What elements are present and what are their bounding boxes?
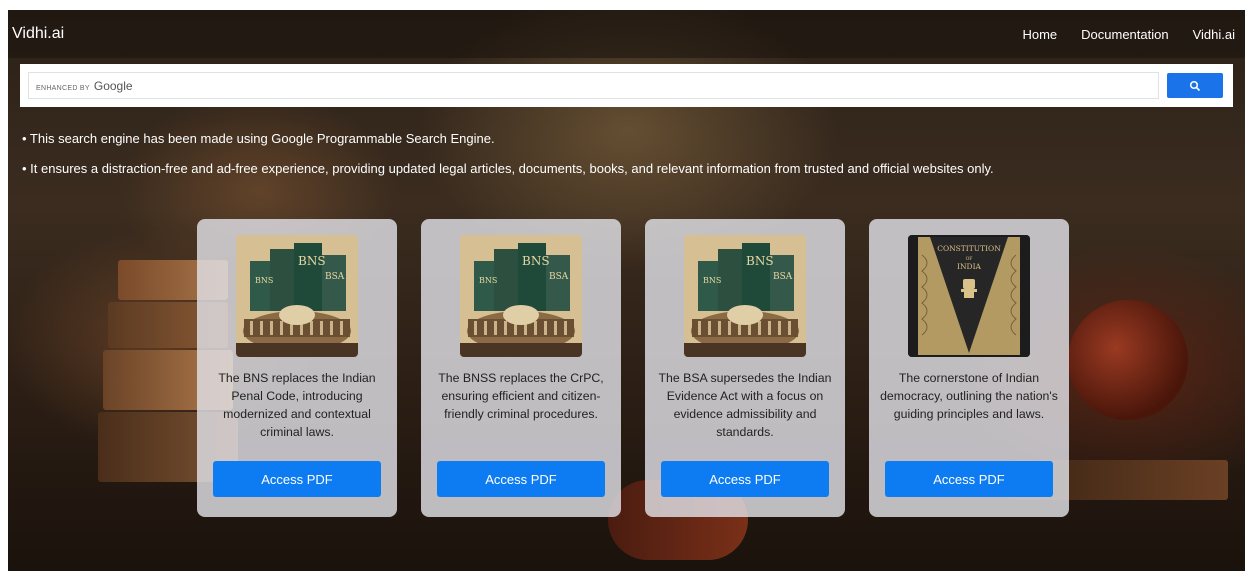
brand-logo[interactable]: Vidhi.ai bbox=[12, 25, 64, 43]
nav-links: Home Documentation Vidhi.ai bbox=[1022, 27, 1235, 42]
book-label: BNS bbox=[298, 254, 326, 268]
book-label: BSA bbox=[773, 272, 793, 282]
book-label: BNS bbox=[255, 276, 273, 285]
law-books-parliament-image: BNS BNS BSA bbox=[684, 235, 806, 357]
google-branding: ENHANCED BY Google bbox=[36, 79, 133, 93]
card-list: BNS BNS BSA The BNS replaces the Indian … bbox=[197, 219, 1069, 517]
info-line: • This search engine has been made using… bbox=[22, 131, 495, 146]
search-icon bbox=[1189, 80, 1201, 91]
law-books-parliament-image: BNS BNS BSA bbox=[236, 235, 358, 357]
book-label: BNS bbox=[703, 276, 721, 285]
law-books-parliament-illustration: BNS BNS BSA bbox=[684, 235, 806, 357]
search-button[interactable] bbox=[1167, 73, 1223, 98]
cover-country: INDIA bbox=[957, 262, 982, 271]
card-constitution: CONSTITUTION OF INDIA The cornerstone of… bbox=[869, 219, 1069, 517]
book-label: BNS bbox=[746, 254, 774, 268]
search-box: ENHANCED BY Google bbox=[20, 64, 1233, 107]
book-label: BSA bbox=[325, 272, 345, 282]
navbar: Vidhi.ai Home Documentation Vidhi.ai bbox=[8, 10, 1245, 58]
background-gavel bbox=[1068, 300, 1188, 420]
card-bns: BNS BNS BSA The BNS replaces the Indian … bbox=[197, 219, 397, 517]
access-pdf-button[interactable]: Access PDF bbox=[213, 461, 381, 497]
card-description: The BNS replaces the Indian Penal Code, … bbox=[218, 371, 376, 439]
card-bnss: BNS BNS BSA The BNSS replaces the CrPC, … bbox=[421, 219, 621, 517]
card-description: The BSA supersedes the Indian Evidence A… bbox=[658, 371, 832, 439]
access-pdf-button[interactable]: Access PDF bbox=[661, 461, 829, 497]
access-pdf-button[interactable]: Access PDF bbox=[437, 461, 605, 497]
constitution-book-image: CONSTITUTION OF INDIA bbox=[908, 235, 1030, 357]
google-label: Google bbox=[93, 78, 133, 93]
book-label: BSA bbox=[549, 272, 569, 282]
nav-documentation[interactable]: Documentation bbox=[1081, 27, 1168, 42]
constitution-book-illustration: CONSTITUTION OF INDIA bbox=[908, 235, 1030, 357]
enhanced-by-label: ENHANCED BY bbox=[36, 84, 90, 92]
info-line: • It ensures a distraction-free and ad-f… bbox=[22, 161, 994, 176]
book-label: BNS bbox=[522, 254, 550, 268]
law-books-parliament-illustration: BNS BNS BSA bbox=[460, 235, 582, 357]
cover-title: CONSTITUTION bbox=[937, 244, 1001, 253]
book-label: BNS bbox=[479, 276, 497, 285]
access-pdf-button[interactable]: Access PDF bbox=[885, 461, 1053, 497]
law-books-parliament-illustration: BNS BNS BSA bbox=[236, 235, 358, 357]
nav-vidhi[interactable]: Vidhi.ai bbox=[1193, 27, 1235, 42]
card-bsa: BNS BNS BSA The BSA supersedes the India… bbox=[645, 219, 845, 517]
card-description: The cornerstone of Indian democracy, out… bbox=[880, 371, 1058, 421]
nav-home[interactable]: Home bbox=[1022, 27, 1057, 42]
search-input[interactable]: ENHANCED BY Google bbox=[28, 72, 1159, 99]
law-books-parliament-image: BNS BNS BSA bbox=[460, 235, 582, 357]
card-description: The BNSS replaces the CrPC, ensuring eff… bbox=[438, 371, 604, 421]
